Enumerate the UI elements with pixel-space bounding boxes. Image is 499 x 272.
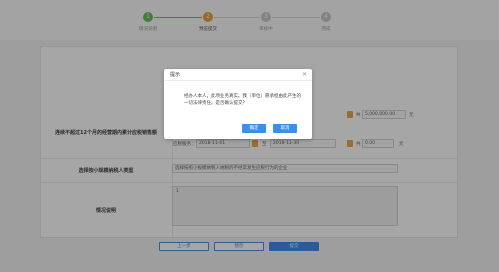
confirm-button[interactable]: 确定 (242, 124, 266, 133)
close-icon[interactable]: ✕ (302, 69, 307, 81)
confirm-dialog: 提示 ✕ 经办人本人，此项业务真实。我（单位）愿承担由此产生的一切法律责任。是否… (164, 69, 312, 139)
dialog-title: 提示 (170, 72, 181, 78)
cancel-button[interactable]: 取消 (273, 124, 297, 133)
dialog-message: 经办人本人，此项业务真实。我（单位）愿承担由此产生的一切法律责任。是否确认提交？ (184, 94, 301, 106)
dialog-header: 提示 ✕ (164, 69, 312, 81)
